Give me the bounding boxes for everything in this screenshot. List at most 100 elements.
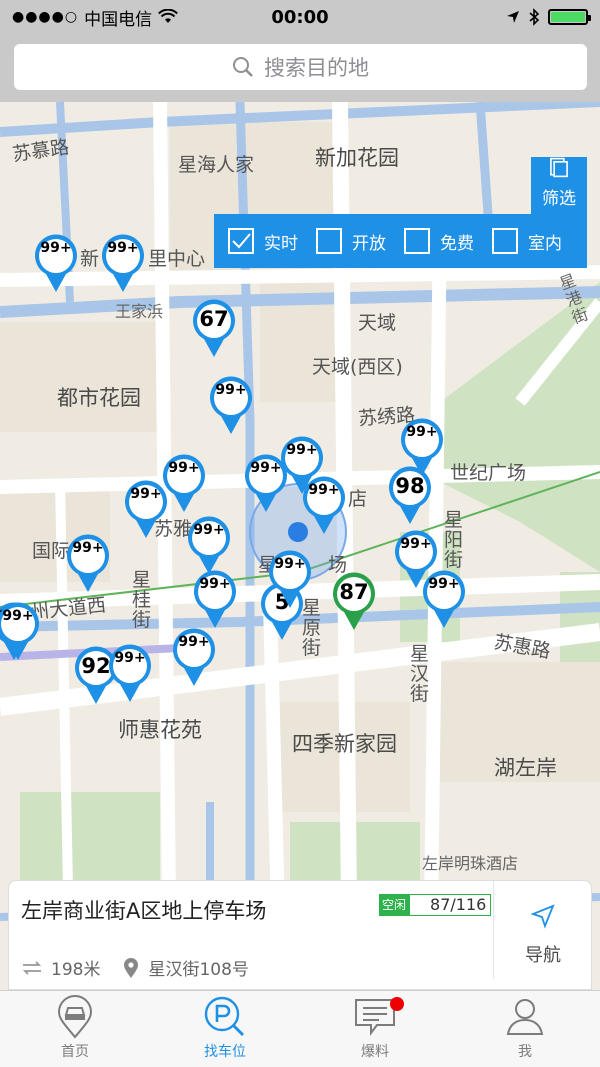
map-label: 天域(西区): [312, 356, 403, 378]
parking-pin[interactable]: 99+: [99, 232, 147, 294]
map-label: 星阳街: [444, 509, 464, 571]
tab-report[interactable]: 爆料: [300, 991, 450, 1067]
pin-count: 99+: [308, 482, 340, 498]
map-label: 店: [348, 488, 368, 510]
checkbox-checked[interactable]: [228, 228, 254, 254]
availability-value: 87/116: [409, 894, 492, 916]
tab-label: 找车位: [204, 1044, 246, 1060]
availability-tag: 空闲: [379, 894, 410, 916]
pin-count: 67: [199, 307, 229, 331]
pin-count: 99+: [168, 460, 200, 476]
user-icon: [506, 999, 544, 1035]
filter-button[interactable]: 筛选: [531, 157, 587, 215]
pin-count: 99+: [193, 522, 225, 538]
distance: 198米: [51, 960, 101, 980]
parking-pin[interactable]: 99+: [266, 548, 314, 610]
parking-meta: 198米 星汉街108号: [21, 955, 249, 980]
tab-find-parking[interactable]: 找车位: [150, 991, 300, 1067]
pin-count: 99+: [215, 382, 247, 398]
parking-info-card[interactable]: 左岸商业街A区地上停车场 空闲 87/116 198米 星汉街108号 导航: [8, 880, 592, 990]
parking-name: 左岸商业街A区地上停车场: [21, 899, 267, 923]
map-label: 王家浜: [115, 302, 164, 321]
filter-option-indoor[interactable]: 室内: [492, 228, 562, 254]
map-label: 四季新家园: [292, 732, 397, 756]
checkbox[interactable]: [316, 228, 342, 254]
checkbox[interactable]: [492, 228, 518, 254]
checkmark-icon: [232, 233, 251, 249]
map-label: 星海人家: [178, 154, 255, 176]
tab-home[interactable]: 首页: [0, 991, 150, 1067]
search-input[interactable]: 搜索目的地: [14, 44, 587, 90]
pin-count: 99+: [2, 608, 34, 624]
filter-icon: [550, 157, 568, 178]
parking-pin[interactable]: 99+: [32, 232, 80, 294]
pin-count: 99+: [178, 634, 210, 650]
parking-pin[interactable]: 99+: [242, 452, 290, 514]
filter-option-realtime[interactable]: 实时: [228, 228, 298, 254]
pin-count: 87: [339, 580, 369, 604]
navigate-label: 导航: [525, 945, 561, 966]
map-label: 世纪广场: [450, 462, 527, 484]
car-pin-icon: [57, 995, 93, 1039]
pin-count: 99+: [250, 460, 282, 476]
tab-label: 我: [518, 1044, 532, 1060]
tab-label: 爆料: [361, 1044, 389, 1060]
map-label: 新: [80, 248, 100, 270]
filter-option-label: 室内: [528, 233, 562, 254]
map-label: 都市花园: [57, 386, 141, 410]
parking-pin[interactable]: 99+: [207, 374, 255, 436]
parking-pin[interactable]: 99+: [185, 514, 233, 576]
address: 星汉街108号: [148, 960, 249, 980]
checkbox[interactable]: [404, 228, 430, 254]
carrier-label: 中国电信: [84, 9, 153, 30]
parking-pin[interactable]: 67: [190, 297, 238, 359]
filter-button-label: 筛选: [542, 189, 576, 209]
tab-me[interactable]: 我: [450, 991, 600, 1067]
navigate-button[interactable]: 导航: [501, 903, 585, 967]
pin-count: 99+: [72, 540, 104, 556]
filter-option-open[interactable]: 开放: [316, 228, 386, 254]
filter-option-label: 实时: [264, 233, 298, 254]
filter-option-free[interactable]: 免费: [404, 228, 474, 254]
signal-icon: ●●●●○: [12, 9, 79, 25]
map-label: 湖左岸: [494, 756, 557, 780]
parking-pin[interactable]: 99+: [300, 474, 348, 536]
map-label: 左岸明珠酒店: [422, 854, 519, 873]
parking-search-icon: [204, 996, 245, 1037]
pin-count: 99+: [130, 486, 162, 502]
pin-count: 99+: [114, 650, 146, 666]
map-label: 里中心: [148, 248, 206, 270]
parking-pin[interactable]: 99+: [191, 568, 239, 630]
parking-pin[interactable]: 99+: [420, 568, 468, 630]
pin-count: 99+: [199, 576, 231, 592]
tab-label: 首页: [61, 1044, 89, 1060]
filter-option-label: 免费: [440, 233, 474, 254]
map-label: 星桂街: [132, 569, 152, 631]
pin-count: 99+: [406, 424, 438, 440]
status-bar: ●●●●○ 中国电信 00:00: [0, 0, 600, 34]
notification-badge: [390, 997, 404, 1011]
parking-pin[interactable]: 99+: [170, 626, 218, 688]
search-placeholder: 搜索目的地: [264, 56, 369, 80]
distance-icon: [22, 960, 42, 975]
filter-option-label: 开放: [352, 233, 386, 254]
pin-count: 99+: [274, 556, 306, 572]
parking-pin[interactable]: 99+: [122, 478, 170, 540]
filter-panel: 实时 开放 免费 室内: [214, 214, 587, 268]
map-label: 师惠花苑: [118, 718, 202, 742]
availability-badge: 空闲 87/116: [379, 893, 492, 917]
pin-count: 99+: [40, 240, 72, 256]
parking-pin[interactable]: 99+: [0, 600, 42, 662]
parking-pin[interactable]: 98: [386, 464, 434, 526]
status-right: [506, 8, 591, 26]
map-label: 新加花园: [315, 146, 399, 170]
bluetooth-icon: [529, 8, 540, 26]
location-arrow-icon: [507, 11, 519, 23]
parking-pin[interactable]: 99+: [64, 532, 112, 594]
navigation-arrow-icon: [530, 904, 555, 929]
parking-pin[interactable]: 87: [330, 570, 378, 632]
parking-pin[interactable]: 99+: [106, 642, 154, 704]
wifi-icon: [158, 9, 179, 23]
pin-count: 99+: [428, 576, 460, 592]
search-area: 搜索目的地: [0, 34, 600, 102]
